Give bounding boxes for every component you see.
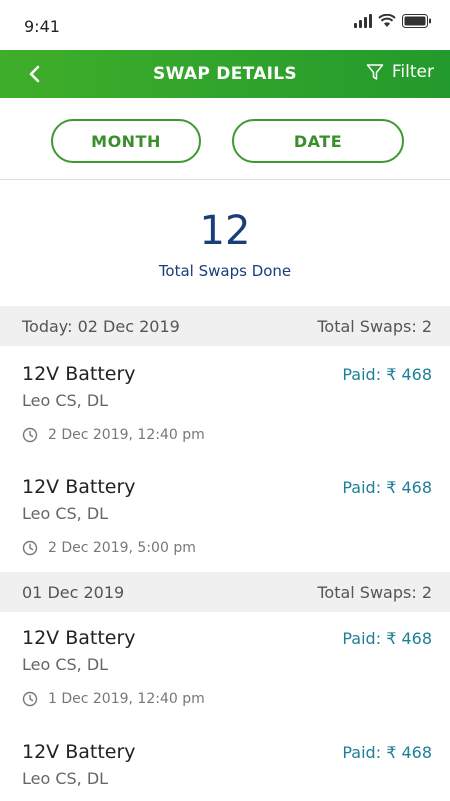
total-swaps-count: 12 — [199, 208, 251, 254]
swap-location: Leo CS, DL — [22, 504, 109, 523]
swap-list-item[interactable]: 12V Battery Paid: ₹ 468 Leo CS, DL 1 Dec… — [0, 610, 450, 723]
swap-title: 12V Battery — [22, 627, 136, 649]
swap-amount: Paid: ₹ 468 — [342, 743, 432, 762]
total-swaps-label: Total Swaps Done — [158, 262, 292, 280]
group-date: 01 Dec 2019 — [22, 582, 125, 602]
swap-location: Leo CS, DL — [22, 769, 109, 788]
swap-amount: Paid: ₹ 468 — [342, 365, 432, 384]
status-icons — [354, 14, 432, 28]
status-time: 9:41 — [24, 17, 60, 36]
clock-icon — [22, 540, 38, 556]
swap-list-item[interactable]: 12V Battery Paid: ₹ 468 Leo CS, DL 2 Dec… — [0, 346, 450, 459]
swap-time-text: 2 Dec 2019, 5:00 pm — [48, 540, 196, 556]
month-button[interactable]: MONTH — [51, 119, 201, 163]
group-header: 01 Dec 2019 Total Swaps: 2 — [0, 572, 450, 612]
swap-amount: Paid: ₹ 468 — [342, 629, 432, 648]
swap-title: 12V Battery — [22, 476, 136, 498]
swap-timestamp: 2 Dec 2019, 5:00 pm — [22, 540, 196, 556]
swap-list-item[interactable]: 12V Battery Paid: ₹ 468 Leo CS, DL 2 Dec… — [0, 459, 450, 572]
app-bar: SWAP DETAILS Filter — [0, 50, 450, 98]
swap-title: 12V Battery — [22, 363, 136, 385]
signal-icon — [354, 14, 372, 28]
group-total: Total Swaps: 2 — [317, 316, 432, 336]
swap-timestamp: 2 Dec 2019, 12:40 pm — [22, 427, 205, 443]
wifi-icon — [378, 14, 396, 27]
swap-timestamp: 1 Dec 2019, 12:40 pm — [22, 691, 205, 707]
clock-icon — [22, 427, 38, 443]
swap-location: Leo CS, DL — [22, 655, 109, 674]
battery-icon — [402, 14, 431, 28]
filter-label: Filter — [391, 62, 434, 82]
group-header: Today: 02 Dec 2019 Total Swaps: 2 — [0, 306, 450, 346]
swap-location: Leo CS, DL — [22, 391, 109, 410]
date-button[interactable]: DATE — [232, 119, 404, 163]
clock-icon — [22, 691, 38, 707]
swap-title: 12V Battery — [22, 741, 136, 763]
filter-button[interactable]: Filter — [366, 62, 434, 82]
swap-list-item[interactable]: 12V Battery Paid: ₹ 468 Leo CS, DL — [0, 724, 450, 801]
swap-amount: Paid: ₹ 468 — [342, 478, 432, 497]
filter-icon — [366, 64, 384, 80]
group-total: Total Swaps: 2 — [317, 582, 432, 602]
swap-summary: 12 Total Swaps Done — [0, 180, 450, 306]
status-bar: 9:41 — [0, 0, 450, 50]
group-date: Today: 02 Dec 2019 — [22, 316, 180, 336]
view-toggle-row: MONTH DATE — [0, 98, 450, 180]
swap-time-text: 1 Dec 2019, 12:40 pm — [48, 691, 205, 707]
swap-time-text: 2 Dec 2019, 12:40 pm — [48, 427, 205, 443]
